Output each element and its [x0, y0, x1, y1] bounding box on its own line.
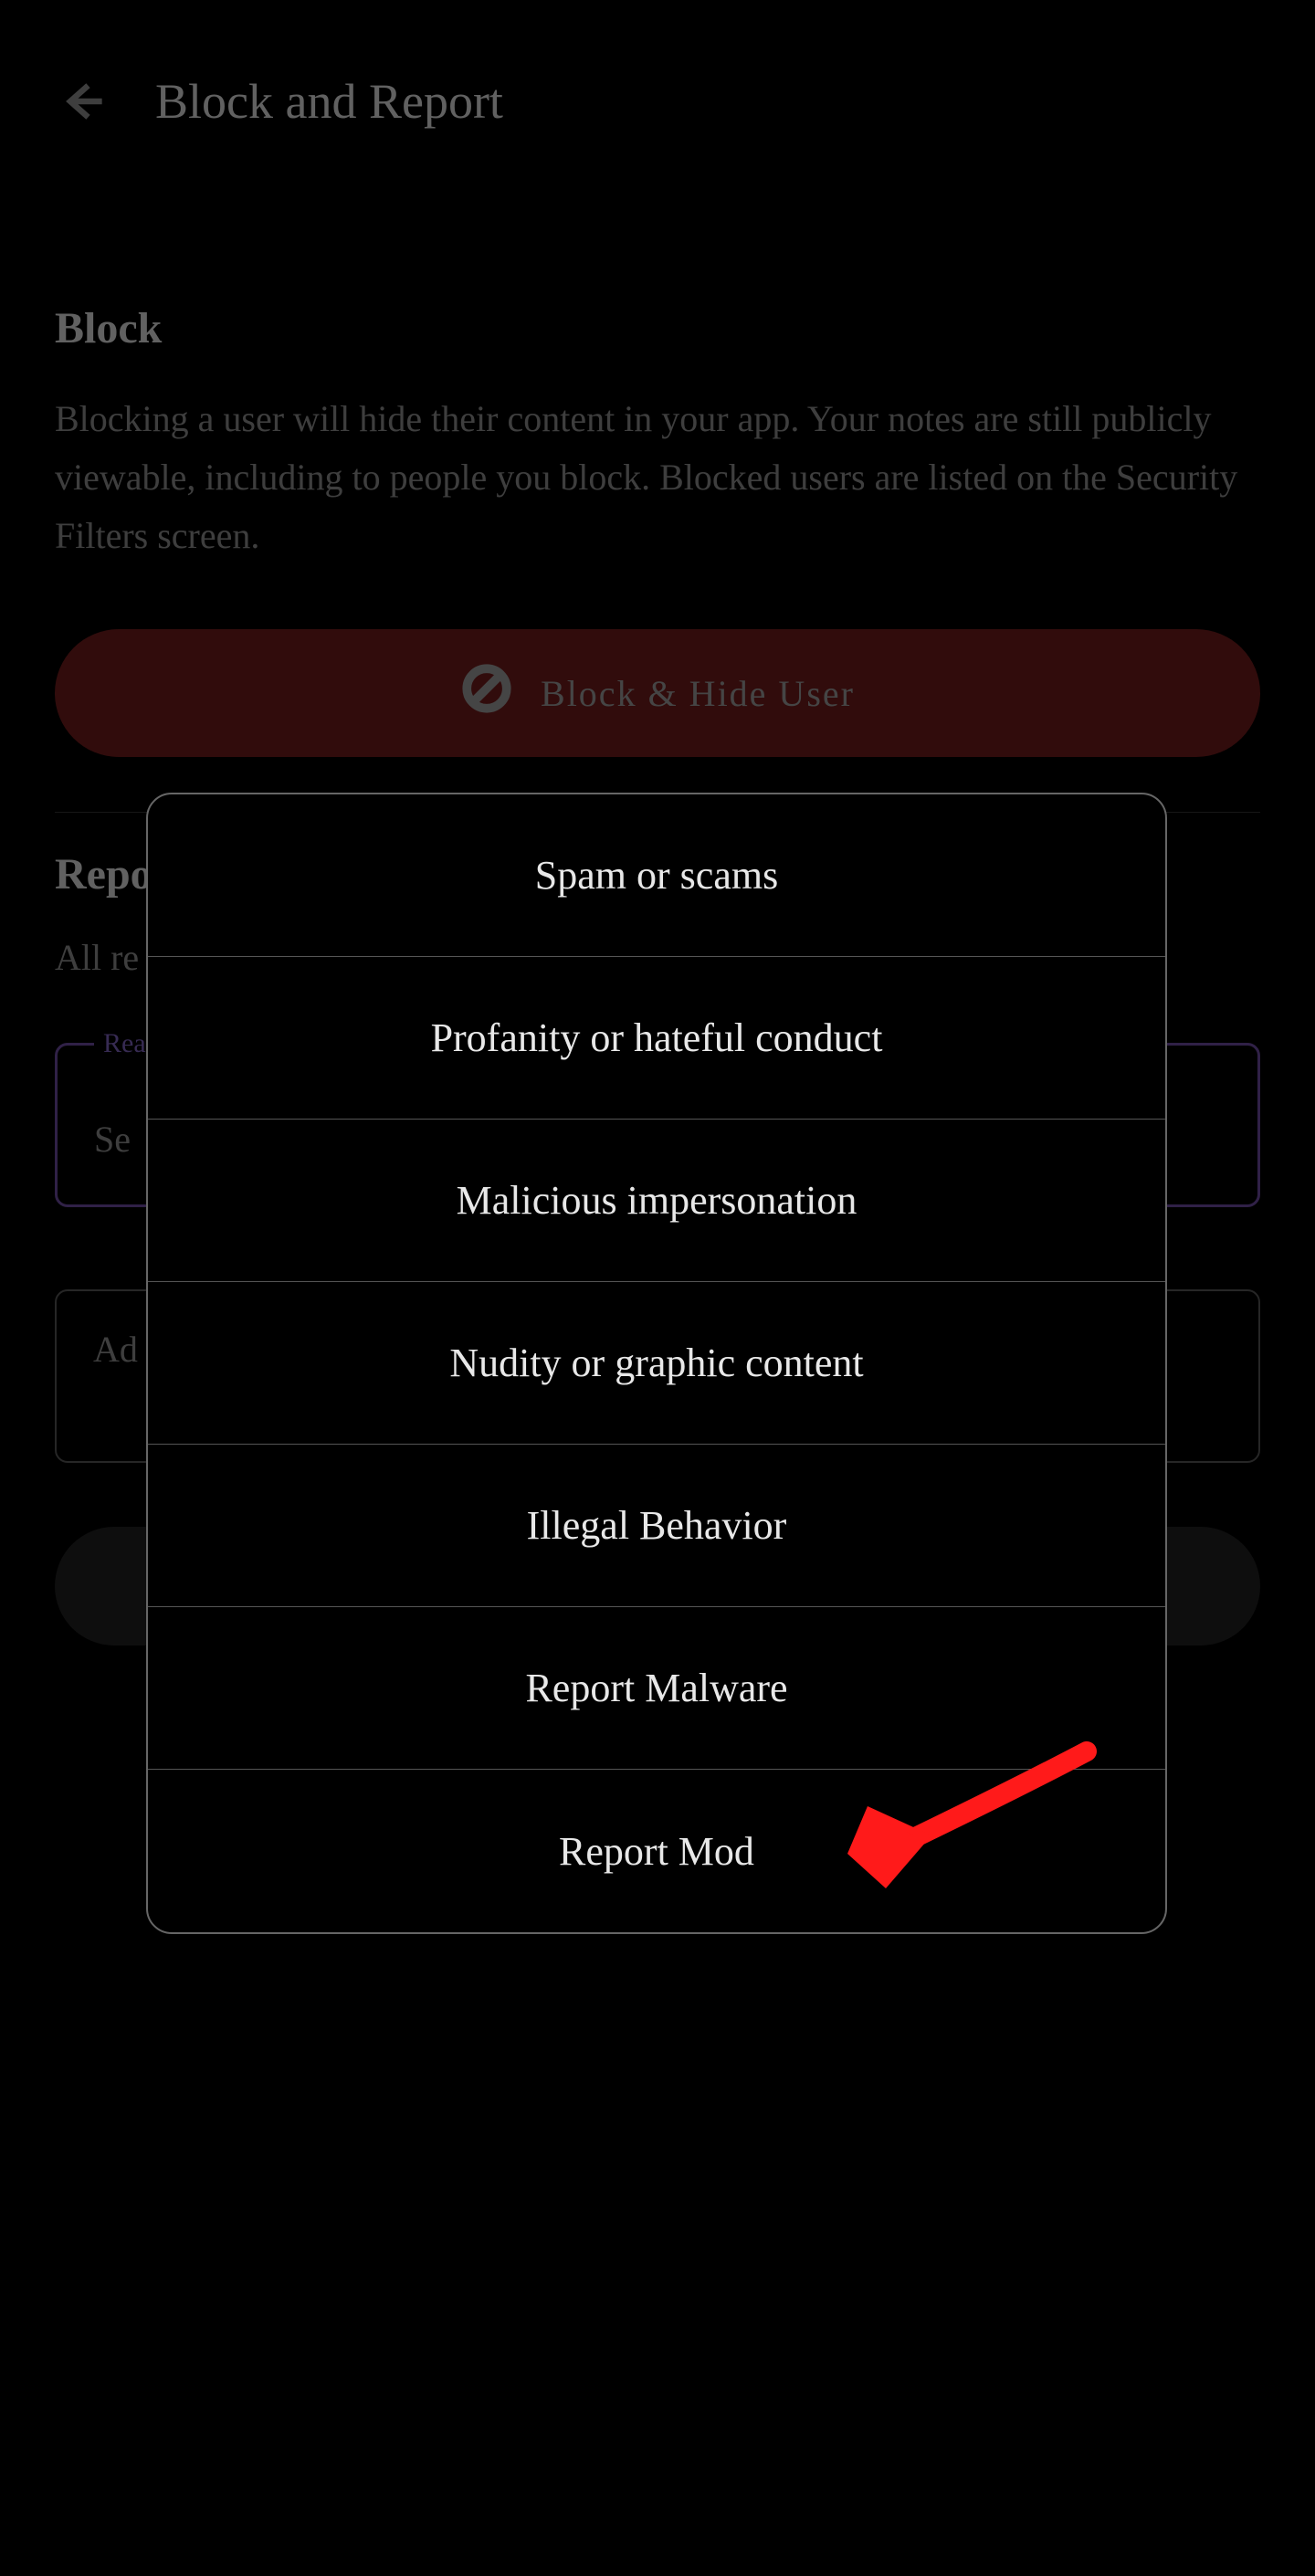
header: Block and Report — [0, 0, 1315, 166]
report-option-impersonation[interactable]: Malicious impersonation — [148, 1120, 1165, 1282]
report-option-malware[interactable]: Report Malware — [148, 1607, 1165, 1770]
prohibit-icon — [460, 662, 513, 724]
report-option-profanity[interactable]: Profanity or hateful conduct — [148, 957, 1165, 1120]
block-hide-user-button[interactable]: Block & Hide User — [55, 629, 1260, 757]
report-reason-modal: Spam or scams Profanity or hateful condu… — [146, 793, 1167, 1934]
report-option-spam[interactable]: Spam or scams — [148, 794, 1165, 957]
report-option-illegal[interactable]: Illegal Behavior — [148, 1445, 1165, 1607]
select-value: Se — [94, 1118, 131, 1161]
block-heading: Block — [55, 303, 1260, 353]
report-option-nudity[interactable]: Nudity or graphic content — [148, 1282, 1165, 1445]
block-button-label: Block & Hide User — [541, 672, 855, 715]
textarea-placeholder: Ad — [93, 1328, 138, 1371]
block-description: Blocking a user will hide their content … — [55, 390, 1260, 565]
page-title: Block and Report — [155, 73, 503, 130]
back-arrow-icon[interactable] — [55, 74, 110, 129]
report-option-mod[interactable]: Report Mod — [148, 1770, 1165, 1932]
